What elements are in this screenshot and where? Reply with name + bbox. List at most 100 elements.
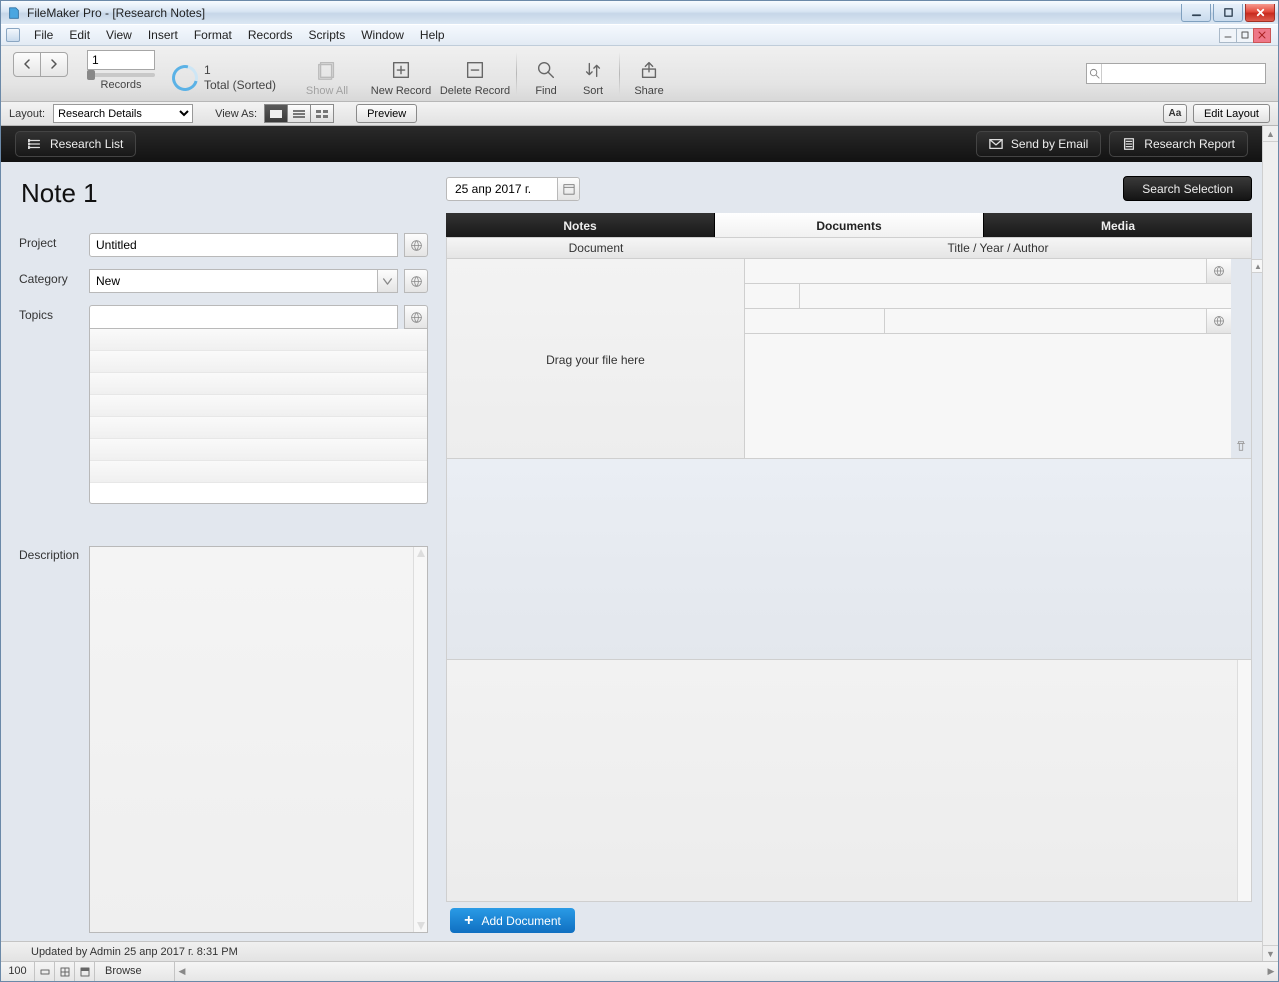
tab-media[interactable]: Media bbox=[984, 213, 1252, 238]
menu-format[interactable]: Format bbox=[186, 25, 240, 45]
send-email-button[interactable]: Send by Email bbox=[976, 131, 1101, 157]
category-dropdown-button[interactable] bbox=[378, 269, 398, 293]
titlebar: FileMaker Pro - [Research Notes] bbox=[1, 1, 1278, 24]
mode-label[interactable]: Browse bbox=[95, 962, 175, 981]
scrollbar[interactable] bbox=[1237, 660, 1251, 901]
category-input[interactable] bbox=[89, 269, 378, 293]
main-scrollbar[interactable]: ▲ ▼ bbox=[1262, 126, 1278, 961]
menu-scripts[interactable]: Scripts bbox=[301, 25, 354, 45]
menu-view[interactable]: View bbox=[98, 25, 140, 45]
tab-documents[interactable]: Documents bbox=[715, 213, 984, 238]
tab-notes[interactable]: Notes bbox=[446, 213, 715, 238]
list-item[interactable] bbox=[90, 373, 427, 395]
scroll-up-icon[interactable]: ▲ bbox=[1263, 126, 1278, 142]
scroll-down-icon[interactable]: ▼ bbox=[1263, 945, 1278, 961]
nav-next-button[interactable] bbox=[40, 52, 68, 77]
plus-icon: + bbox=[464, 913, 473, 929]
topics-input[interactable] bbox=[89, 305, 398, 329]
mid-strip bbox=[446, 459, 1252, 659]
scrollbar[interactable] bbox=[413, 547, 427, 932]
share-button[interactable]: Share bbox=[624, 46, 674, 101]
menu-file[interactable]: File bbox=[26, 25, 61, 45]
research-report-button[interactable]: Research Report bbox=[1109, 131, 1248, 157]
record-number-input[interactable] bbox=[87, 50, 155, 70]
scroll-up[interactable]: ▲ bbox=[1251, 259, 1262, 273]
search-selection-button[interactable]: Search Selection bbox=[1123, 176, 1252, 201]
document-viewer[interactable] bbox=[446, 659, 1252, 902]
quicksearch-input[interactable] bbox=[1102, 67, 1265, 81]
doc-icon bbox=[6, 28, 20, 42]
viewas-label: View As: bbox=[215, 108, 257, 120]
research-list-button[interactable]: Research List bbox=[15, 131, 136, 157]
record-status: Total (Sorted) bbox=[204, 78, 276, 93]
zoom-in-button[interactable] bbox=[55, 962, 75, 981]
status-bar: Updated by Admin 25 апр 2017 г. 8:31 PM bbox=[1, 941, 1262, 961]
globe-icon[interactable] bbox=[1207, 309, 1231, 333]
mode-bar: 100 Browse ◀▶ bbox=[1, 961, 1278, 981]
updated-text: Updated by Admin 25 апр 2017 г. 8:31 PM bbox=[31, 946, 238, 958]
list-icon bbox=[28, 137, 42, 151]
record-slider[interactable] bbox=[87, 73, 155, 77]
edit-layout-button[interactable]: Edit Layout bbox=[1193, 104, 1270, 123]
menu-records[interactable]: Records bbox=[240, 25, 301, 45]
doc-header-left: Document bbox=[447, 238, 745, 258]
list-item[interactable] bbox=[90, 439, 427, 461]
project-label: Project bbox=[19, 233, 89, 250]
globe-icon[interactable] bbox=[1207, 259, 1231, 283]
project-globe-button[interactable] bbox=[404, 233, 428, 257]
mdi-minimize[interactable] bbox=[1219, 28, 1237, 43]
list-item[interactable] bbox=[90, 395, 427, 417]
tabs: Notes Documents Media bbox=[446, 213, 1252, 238]
topics-globe-button[interactable] bbox=[404, 305, 428, 329]
meta-grid bbox=[745, 259, 1231, 458]
add-document-button[interactable]: +Add Document bbox=[450, 908, 575, 933]
show-all-button: Show All bbox=[290, 46, 364, 101]
menu-edit[interactable]: Edit bbox=[61, 25, 98, 45]
date-input[interactable] bbox=[447, 182, 557, 196]
formatting-button[interactable]: Aa bbox=[1163, 104, 1187, 123]
close-button[interactable] bbox=[1245, 4, 1275, 22]
list-item[interactable] bbox=[90, 461, 427, 483]
view-form-button[interactable] bbox=[264, 104, 288, 123]
file-dropzone[interactable]: Drag your file here bbox=[447, 259, 745, 458]
layout-select[interactable]: Research Details bbox=[53, 104, 193, 123]
nav-prev-button[interactable] bbox=[13, 52, 41, 77]
menu-help[interactable]: Help bbox=[412, 25, 453, 45]
date-field[interactable] bbox=[446, 177, 580, 201]
search-icon bbox=[1087, 64, 1102, 83]
sort-button[interactable]: Sort bbox=[571, 46, 615, 101]
delete-record-button[interactable]: Delete Record bbox=[438, 46, 512, 101]
preview-button[interactable]: Preview bbox=[356, 104, 417, 123]
toolbar: Records 1 Total (Sorted) Show All New Re… bbox=[1, 46, 1278, 102]
list-item[interactable] bbox=[90, 417, 427, 439]
view-list-button[interactable] bbox=[287, 104, 311, 123]
zoom-level[interactable]: 100 bbox=[1, 962, 35, 981]
layout-label: Layout: bbox=[9, 108, 45, 120]
calendar-icon[interactable] bbox=[557, 178, 579, 200]
record-count: 1 bbox=[204, 63, 276, 78]
menu-insert[interactable]: Insert bbox=[140, 25, 186, 45]
records-label: Records bbox=[101, 79, 142, 91]
zoom-out-button[interactable] bbox=[35, 962, 55, 981]
new-record-button[interactable]: New Record bbox=[364, 46, 438, 101]
window-title: FileMaker Pro - [Research Notes] bbox=[27, 6, 205, 20]
trash-icon[interactable] bbox=[1231, 259, 1251, 458]
note-title: Note 1 bbox=[21, 178, 428, 209]
maximize-button[interactable] bbox=[1213, 4, 1243, 22]
statusbar-toggle[interactable] bbox=[75, 962, 95, 981]
app-icon bbox=[7, 6, 21, 20]
topics-label: Topics bbox=[19, 305, 89, 322]
menu-window[interactable]: Window bbox=[353, 25, 412, 45]
list-item[interactable] bbox=[90, 329, 427, 351]
project-input[interactable] bbox=[89, 233, 398, 257]
description-textarea[interactable] bbox=[89, 546, 428, 933]
topics-list[interactable] bbox=[89, 329, 428, 504]
quicksearch[interactable] bbox=[1086, 63, 1266, 84]
category-globe-button[interactable] bbox=[404, 269, 428, 293]
minimize-button[interactable] bbox=[1181, 4, 1211, 22]
mdi-close[interactable] bbox=[1253, 28, 1271, 43]
mdi-restore[interactable] bbox=[1236, 28, 1254, 43]
find-button[interactable]: Find bbox=[521, 46, 571, 101]
view-table-button[interactable] bbox=[310, 104, 334, 123]
list-item[interactable] bbox=[90, 351, 427, 373]
